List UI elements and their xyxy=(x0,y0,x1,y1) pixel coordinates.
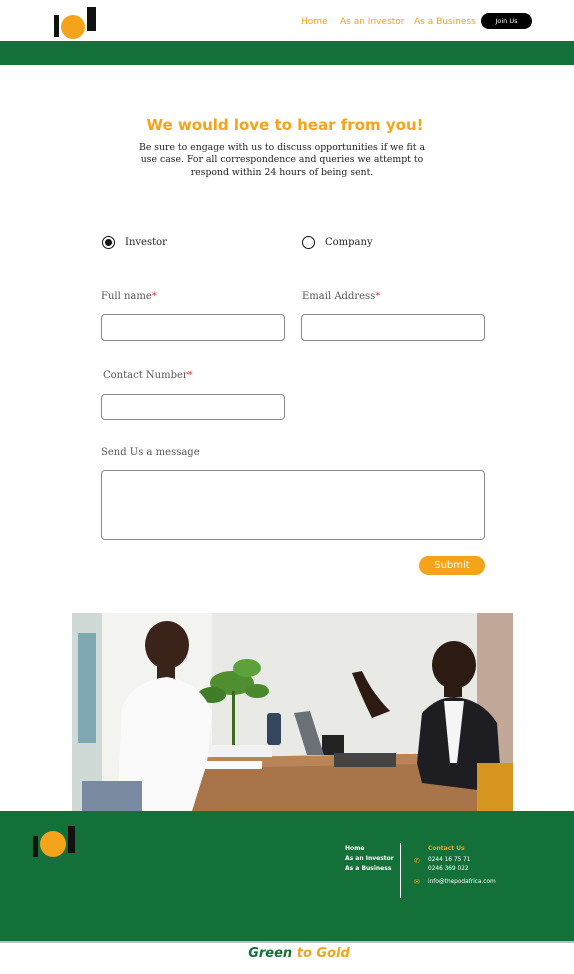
required-marker: * xyxy=(187,370,193,381)
footer-divider xyxy=(400,843,401,898)
footer-home-link[interactable]: Home xyxy=(345,845,364,852)
email-input[interactable] xyxy=(301,314,485,341)
required-marker: * xyxy=(151,291,157,302)
contact-number-input[interactable] xyxy=(101,394,285,420)
phone-icon: ✆ xyxy=(414,858,420,865)
radio-investor[interactable]: Investor xyxy=(102,236,167,249)
nav-business-link[interactable]: As a Business xyxy=(414,13,476,31)
radio-unselected-icon[interactable] xyxy=(302,236,315,249)
radio-company-label: Company xyxy=(325,237,373,248)
footer-phone-1[interactable]: 0244 16 75 71 xyxy=(428,857,470,863)
full-name-input[interactable] xyxy=(101,314,285,341)
footer-investor-link[interactable]: As an Investor xyxy=(345,855,394,862)
required-marker: * xyxy=(375,291,381,302)
intro-text: Be sure to engage with us to discuss opp… xyxy=(138,142,425,178)
email-label: Email Address* xyxy=(302,291,381,302)
footer-logo[interactable] xyxy=(33,826,77,858)
message-textarea[interactable] xyxy=(101,470,485,540)
tagline: Green to Gold xyxy=(248,946,350,961)
mail-icon: ✉ xyxy=(414,879,420,886)
footer-contact-title: Contact Us xyxy=(428,845,465,852)
full-name-label: Full name* xyxy=(101,291,157,302)
radio-investor-label: Investor xyxy=(125,237,167,248)
logo[interactable] xyxy=(54,6,98,40)
contact-number-label: Contact Number* xyxy=(103,370,193,381)
meeting-photo xyxy=(72,613,513,811)
page-headline: We would love to hear from you! xyxy=(146,116,424,134)
submit-button[interactable]: Submit xyxy=(419,556,485,575)
footer-phone-2[interactable]: 0246 369 022 xyxy=(428,866,469,872)
footer-email[interactable]: info@thepodafrica.com xyxy=(428,879,496,885)
radio-company[interactable]: Company xyxy=(302,236,373,249)
radio-selected-icon[interactable] xyxy=(102,236,115,249)
footer-rule xyxy=(0,941,574,943)
footer xyxy=(0,811,574,942)
header-band xyxy=(0,41,574,65)
footer-business-link[interactable]: As a Business xyxy=(345,865,391,872)
nav-investor-link[interactable]: As an Investor xyxy=(340,13,404,31)
nav-home-link[interactable]: Home xyxy=(301,13,328,31)
message-label: Send Us a message xyxy=(101,447,200,458)
join-us-button[interactable]: Join Us xyxy=(481,13,532,29)
